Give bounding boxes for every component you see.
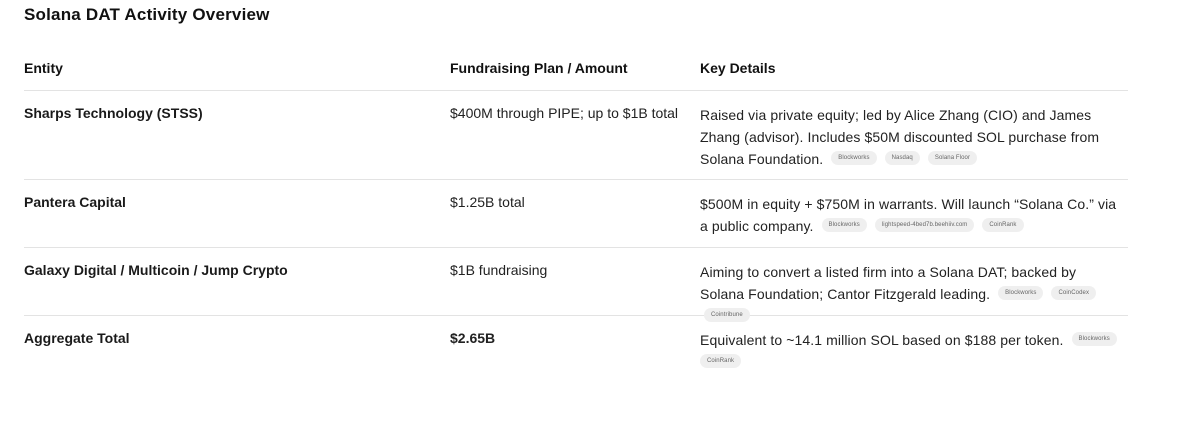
amount-cell: $1.25B total [450,194,525,210]
entity-cell: Sharps Technology (STSS) [24,105,203,121]
activity-table: Entity Fundraising Plan / Amount Key Det… [24,47,1128,376]
details-cell: Raised via private equity; led by Alice … [700,104,1120,170]
table-row: Pantera Capital $1.25B total $500M in eq… [24,180,1128,248]
entity-cell: Galaxy Digital / Multicoin / Jump Crypto [24,262,288,278]
header-key-details: Key Details [700,60,776,76]
source-pill[interactable]: CoinRank [700,354,742,369]
source-pill[interactable]: CoinRank [982,218,1024,233]
entity-cell: Aggregate Total [24,330,130,346]
details-cell: $500M in equity + $750M in warrants. Wil… [700,193,1120,237]
amount-cell: $1B fundraising [450,262,548,278]
details-text: Equivalent to ~14.1 million SOL based on… [700,332,1064,348]
table-header: Entity Fundraising Plan / Amount Key Det… [24,47,1128,91]
source-pill[interactable]: Blockworks [821,218,867,233]
source-pill[interactable]: Blockworks [1071,332,1117,347]
entity-cell: Pantera Capital [24,194,126,210]
header-fundraising: Fundraising Plan / Amount [450,60,628,76]
source-pill[interactable]: lightspeed-4bed7b.beehiiv.com [874,218,975,233]
source-pill[interactable]: Blockworks [831,151,877,166]
amount-cell: $2.65B [450,330,496,346]
details-cell: Equivalent to ~14.1 million SOL based on… [700,329,1120,373]
source-pill[interactable]: Nasdaq [884,151,920,166]
page-title: Solana DAT Activity Overview [24,5,270,24]
table-row-total: Aggregate Total $2.65B Equivalent to ~14… [24,316,1128,376]
source-pill[interactable]: Blockworks [998,286,1044,301]
table-row: Galaxy Digital / Multicoin / Jump Crypto… [24,248,1128,323]
amount-cell: $400M through PIPE; up to $1B total [450,105,679,121]
header-entity: Entity [24,60,63,76]
source-pill[interactable]: Solana Floor [927,151,978,166]
source-pill[interactable]: CoinCodex [1051,286,1097,301]
table-row: Sharps Technology (STSS) $400M through P… [24,91,1128,180]
